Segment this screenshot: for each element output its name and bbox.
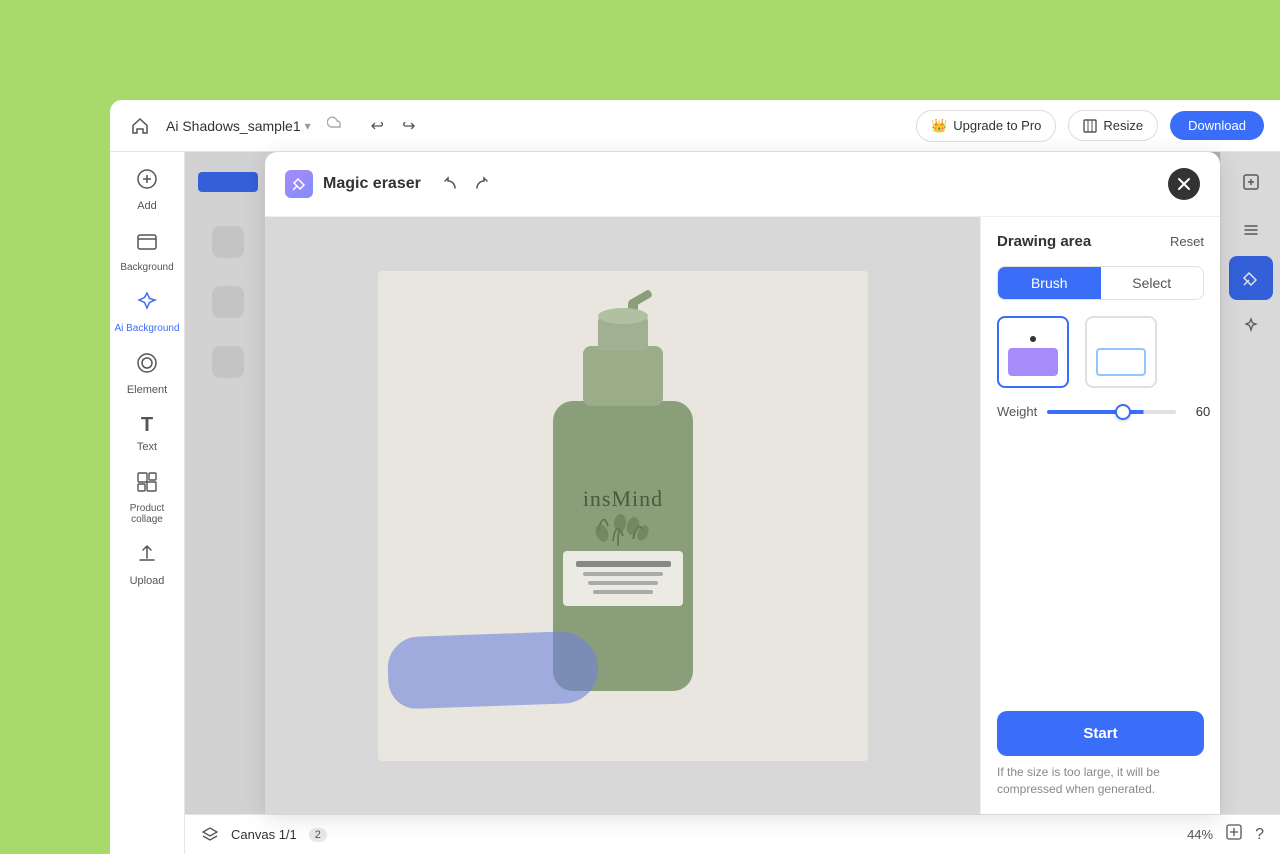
tab-select[interactable]: Select: [1101, 267, 1204, 299]
upgrade-button[interactable]: 👑 Upgrade to Pro: [916, 110, 1056, 142]
panel-title: Drawing area: [997, 233, 1091, 250]
svg-text:insMind: insMind: [582, 486, 662, 511]
background-icon: [136, 230, 158, 258]
product-collage-icon: [136, 471, 158, 499]
text-icon: T: [141, 414, 153, 437]
sidebar-item-product-collage[interactable]: Product collage: [110, 463, 184, 533]
brush-swatch-filled: [1008, 348, 1058, 376]
modal-redo-button[interactable]: [469, 169, 495, 200]
element-icon: [136, 352, 158, 380]
sidebar-item-ai-background[interactable]: Ai Background: [110, 283, 184, 342]
app-header: Ai Shadows_sample1 ▾ ↩ ↪ 👑 Upgrade to Pr…: [110, 100, 1280, 152]
brush-options: [997, 316, 1204, 388]
undo-redo-group: ↩ ↪: [365, 112, 422, 140]
brush-swatch-outline: [1096, 348, 1146, 376]
weight-label: Weight: [997, 404, 1037, 419]
layers-button[interactable]: [201, 826, 219, 844]
left-sidebar: Add Background Ai Background Element T T…: [110, 152, 185, 854]
brush-option-outline[interactable]: [1085, 316, 1157, 388]
modal-undo-redo-group: [437, 169, 495, 200]
app-window: Ai Shadows_sample1 ▾ ↩ ↪ 👑 Upgrade to Pr…: [110, 100, 1280, 854]
weight-value-label: 60: [1186, 404, 1210, 419]
brush-dot-1: [1030, 336, 1036, 342]
tab-brush[interactable]: Brush: [998, 267, 1101, 299]
tool-tabs: Brush Select: [997, 266, 1204, 300]
modal-eraser-tool-icon: [285, 170, 313, 198]
zoom-level-label[interactable]: 44%: [1187, 827, 1213, 842]
modal-body: insMind Dr: [265, 217, 1220, 814]
sidebar-item-element[interactable]: Element: [110, 344, 184, 404]
weight-row: Weight 60: [997, 404, 1204, 419]
start-button[interactable]: Start: [997, 711, 1204, 756]
modal-header: Magic eraser: [265, 152, 1220, 217]
upload-icon: [136, 543, 158, 571]
filename-label[interactable]: Ai Shadows_sample1 ▾: [166, 118, 311, 134]
sidebar-item-text[interactable]: T Text: [110, 406, 184, 461]
home-icon[interactable]: [126, 112, 154, 140]
modal-title: Magic eraser: [323, 175, 421, 193]
canvas-label: Canvas 1/1: [231, 827, 297, 842]
panel-header: Drawing area Reset: [997, 233, 1204, 250]
add-icon: [136, 168, 158, 196]
brush-stroke-overlay: [386, 630, 598, 709]
crown-icon: 👑: [931, 118, 947, 134]
header-undo-button[interactable]: ↩: [365, 112, 390, 140]
sidebar-item-upload[interactable]: Upload: [110, 535, 184, 595]
brush-option-filled[interactable]: [997, 316, 1069, 388]
panel-note: If the size is too large, it will be com…: [997, 764, 1204, 798]
cloud-sync-icon: [327, 114, 345, 137]
modal-undo-button[interactable]: [437, 169, 463, 200]
filename-chevron-icon: ▾: [305, 119, 311, 133]
help-icon[interactable]: ?: [1255, 826, 1264, 844]
reset-button[interactable]: Reset: [1170, 234, 1204, 249]
sidebar-item-add[interactable]: Add: [110, 160, 184, 220]
ai-background-icon: [136, 291, 158, 319]
canvas-count-badge: 2: [309, 828, 327, 842]
resize-button[interactable]: Resize: [1068, 110, 1158, 141]
weight-slider[interactable]: [1047, 410, 1176, 414]
download-button[interactable]: Download: [1170, 111, 1264, 140]
save-icon[interactable]: [1225, 823, 1243, 846]
modal-close-button[interactable]: [1168, 168, 1200, 200]
bottom-toolbar: Canvas 1/1 2 44% ?: [185, 814, 1280, 854]
drawing-area-panel: Drawing area Reset Brush Select: [980, 217, 1220, 814]
header-redo-button[interactable]: ↪: [396, 112, 421, 140]
product-image: insMind: [378, 271, 868, 761]
modal-canvas-area[interactable]: insMind: [265, 217, 980, 814]
magic-eraser-modal: Magic eraser: [265, 152, 1220, 814]
panel-footer: Start If the size is too large, it will …: [997, 711, 1204, 798]
sidebar-item-background[interactable]: Background: [110, 222, 184, 281]
